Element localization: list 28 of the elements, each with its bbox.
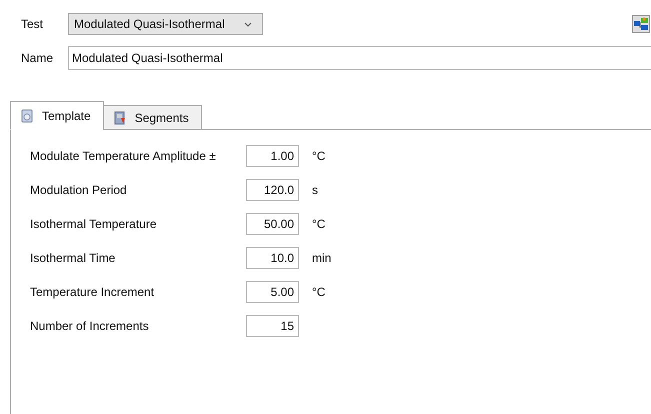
field-label: Temperature Increment xyxy=(30,285,156,299)
field-label: Number of Increments xyxy=(30,319,150,333)
document-icon xyxy=(20,108,34,122)
unit-label: °C xyxy=(312,285,326,299)
number-field[interactable]: 15 xyxy=(246,315,299,337)
name-label: Name xyxy=(21,51,54,65)
unit-label: min xyxy=(312,251,332,265)
hierarchy-button[interactable] xyxy=(632,15,650,33)
number-field[interactable]: 1.00 xyxy=(246,145,299,167)
list-icon xyxy=(112,110,127,124)
field-label: Isothermal Time xyxy=(30,251,116,265)
tab[interactable]: Template xyxy=(10,101,104,130)
hierarchy-icon xyxy=(634,17,648,31)
unit-label: °C xyxy=(312,149,326,163)
number-field[interactable]: 120.0 xyxy=(246,179,299,201)
number-field[interactable]: 10.0 xyxy=(246,247,299,269)
caret-icon xyxy=(244,22,252,26)
field-label: Modulate Temperature Amplitude ± xyxy=(30,149,217,163)
number-field[interactable]: 5.00 xyxy=(246,281,299,303)
field-label: Isothermal Temperature xyxy=(30,217,158,231)
test-label: Test xyxy=(21,17,44,31)
number-field[interactable]: 50.00 xyxy=(246,213,299,235)
unit-label: °C xyxy=(312,217,326,231)
unit-label: s xyxy=(312,183,318,197)
field-label: Modulation Period xyxy=(30,183,128,197)
tab[interactable]: Segments xyxy=(102,105,202,130)
name-field[interactable]: Modulated Quasi-Isothermal xyxy=(68,46,651,70)
test-dropdown[interactable]: Modulated Quasi-Isothermal xyxy=(68,13,263,35)
